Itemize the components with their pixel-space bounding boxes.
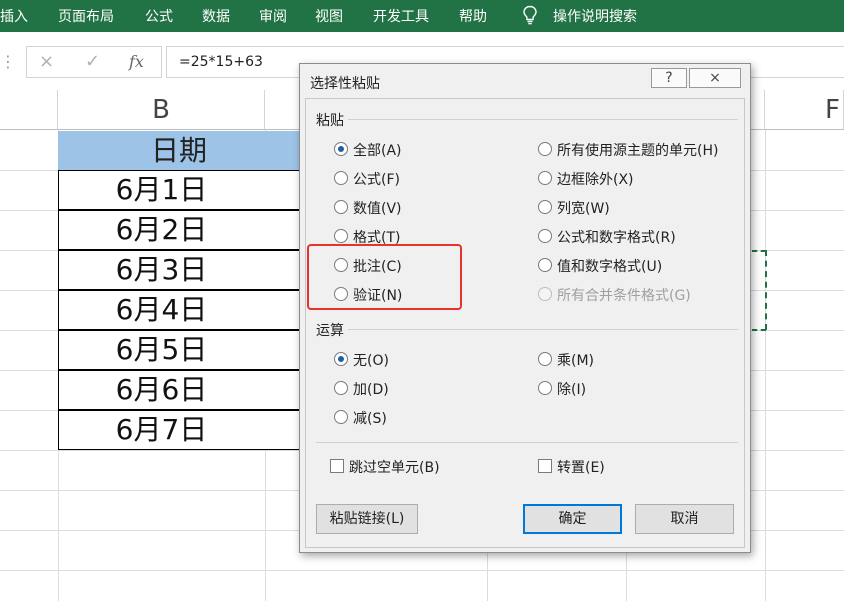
cell-c[interactable] <box>264 170 301 210</box>
radio-indicator <box>538 381 552 395</box>
help-button[interactable]: ? <box>651 68 687 88</box>
cell-date[interactable]: 6月6日 <box>58 370 265 410</box>
close-button[interactable]: × <box>689 68 741 88</box>
name-box-splitter[interactable]: ⋮ <box>0 44 16 80</box>
tab-review[interactable]: 审阅 <box>259 6 287 26</box>
radio-indicator <box>538 142 552 156</box>
cell-date[interactable]: 6月5日 <box>58 330 265 370</box>
radio-indicator <box>538 287 552 301</box>
checkbox-indicator <box>330 459 344 473</box>
radio-indicator <box>334 142 348 156</box>
help-icon: ? <box>665 70 673 86</box>
ribbon-tab-bar: 插入 页面布局 公式 数据 审阅 视图 开发工具 帮助 操作说明搜索 <box>0 0 844 32</box>
gridline <box>0 570 844 571</box>
operation-group-label: 运算 <box>316 323 344 339</box>
group-divider <box>316 442 738 443</box>
cell-header-date[interactable]: 日期 <box>58 131 300 171</box>
cell-c[interactable] <box>264 370 301 410</box>
cell-date[interactable]: 6月4日 <box>58 290 265 330</box>
radio-indicator <box>334 352 348 366</box>
radio-indicator <box>538 171 552 185</box>
cell-c[interactable] <box>264 290 301 330</box>
radio-indicator <box>538 200 552 214</box>
group-divider <box>348 329 738 330</box>
cell-date[interactable]: 6月2日 <box>58 210 265 250</box>
radio-indicator <box>538 229 552 243</box>
cell-date[interactable]: 6月7日 <box>58 410 265 450</box>
formula-buttons: × ✓ fx <box>26 46 162 78</box>
copy-marquee <box>752 329 766 331</box>
radio-indicator <box>334 410 348 424</box>
tab-formulas[interactable]: 公式 <box>145 6 173 26</box>
cancel-entry-icon[interactable]: × <box>39 51 54 72</box>
cell-date[interactable]: 6月3日 <box>58 250 265 290</box>
dialog-title: 选择性粘贴 <box>310 76 380 92</box>
cell-c[interactable] <box>264 330 301 370</box>
radio-indicator <box>538 258 552 272</box>
tab-page-layout[interactable]: 页面布局 <box>58 6 114 26</box>
cell-c[interactable] <box>264 210 301 250</box>
paste-group-label: 粘贴 <box>316 113 344 129</box>
checkbox-indicator <box>538 459 552 473</box>
tab-insert[interactable]: 插入 <box>0 6 28 26</box>
lightbulb-icon <box>523 5 537 25</box>
column-header-b[interactable]: B <box>58 90 265 130</box>
radio-indicator <box>334 229 348 243</box>
tell-me-search[interactable]: 操作说明搜索 <box>553 6 637 26</box>
ok-button[interactable]: 确定 <box>523 504 622 534</box>
cell-date[interactable]: 6月1日 <box>58 170 265 210</box>
radio-indicator <box>334 171 348 185</box>
column-header-f[interactable]: F <box>765 90 844 130</box>
tab-help[interactable]: 帮助 <box>459 6 487 26</box>
group-divider <box>348 119 738 120</box>
cell-c[interactable] <box>264 410 301 450</box>
copy-marquee <box>752 250 766 252</box>
enter-check-icon[interactable]: ✓ <box>85 51 100 72</box>
radio-indicator <box>334 200 348 214</box>
copy-marquee <box>765 250 767 330</box>
column-header-a[interactable] <box>0 90 58 130</box>
tab-developer[interactable]: 开发工具 <box>373 6 429 26</box>
cell-c[interactable] <box>264 250 301 290</box>
dialog-body: 粘贴 全部(A) 公式(F) 数值(V) 格式(T) 批注(C) 验证(N) 所… <box>305 98 745 548</box>
annotation-highlight-box <box>307 244 462 310</box>
radio-indicator <box>334 381 348 395</box>
insert-function-icon[interactable]: fx <box>129 52 144 71</box>
tab-data[interactable]: 数据 <box>202 6 230 26</box>
cancel-button[interactable]: 取消 <box>635 504 734 534</box>
radio-indicator <box>538 352 552 366</box>
tab-view[interactable]: 视图 <box>315 6 343 26</box>
paste-link-button[interactable]: 粘贴链接(L) <box>316 504 418 534</box>
close-icon: × <box>709 70 721 86</box>
